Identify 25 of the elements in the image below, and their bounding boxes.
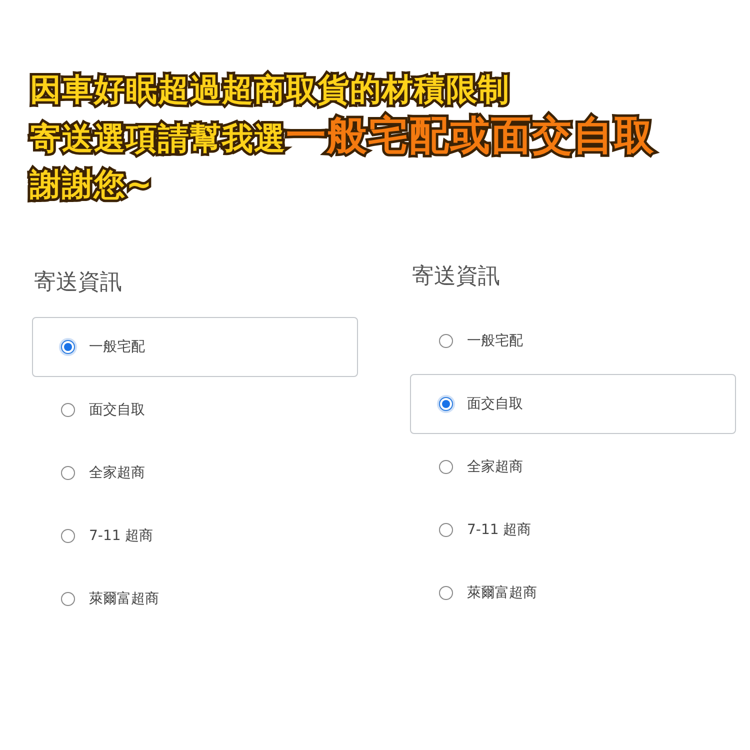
radio-button[interactable] bbox=[61, 466, 75, 480]
shipping-option[interactable]: 全家超商 bbox=[410, 437, 736, 497]
radio-button[interactable] bbox=[439, 523, 453, 537]
shipping-option[interactable]: 一般宅配 bbox=[32, 317, 358, 377]
section-title: 寄送資訊 bbox=[34, 269, 122, 297]
radio-button[interactable] bbox=[439, 586, 453, 600]
radio-button[interactable] bbox=[61, 529, 75, 543]
shipping-option[interactable]: 面交自取 bbox=[32, 380, 358, 440]
radio-button[interactable] bbox=[439, 460, 453, 474]
shipping-option[interactable]: 全家超商 bbox=[32, 443, 358, 503]
radio-button[interactable] bbox=[61, 340, 75, 354]
shipping-option[interactable]: 萊爾富超商 bbox=[32, 569, 358, 629]
banner-text: 寄送選項請幫我選一般宅配或面交自取 bbox=[30, 114, 655, 161]
banner-text: 謝謝您~ bbox=[30, 166, 153, 205]
radio-button[interactable] bbox=[61, 403, 75, 417]
banner-text: 因車好眠超過超商取貨的材積限制 bbox=[30, 71, 510, 110]
section-title: 寄送資訊 bbox=[412, 263, 500, 291]
shipping-option[interactable]: 一般宅配 bbox=[410, 311, 736, 371]
radio-button[interactable] bbox=[439, 397, 453, 411]
shipping-option[interactable]: 7-11 超商 bbox=[32, 506, 358, 566]
radio-button[interactable] bbox=[61, 592, 75, 606]
radio-button[interactable] bbox=[439, 334, 453, 348]
shipping-option[interactable]: 面交自取 bbox=[410, 374, 736, 434]
shipping-option[interactable]: 7-11 超商 bbox=[410, 500, 736, 560]
shipping-option[interactable]: 萊爾富超商 bbox=[410, 563, 736, 623]
